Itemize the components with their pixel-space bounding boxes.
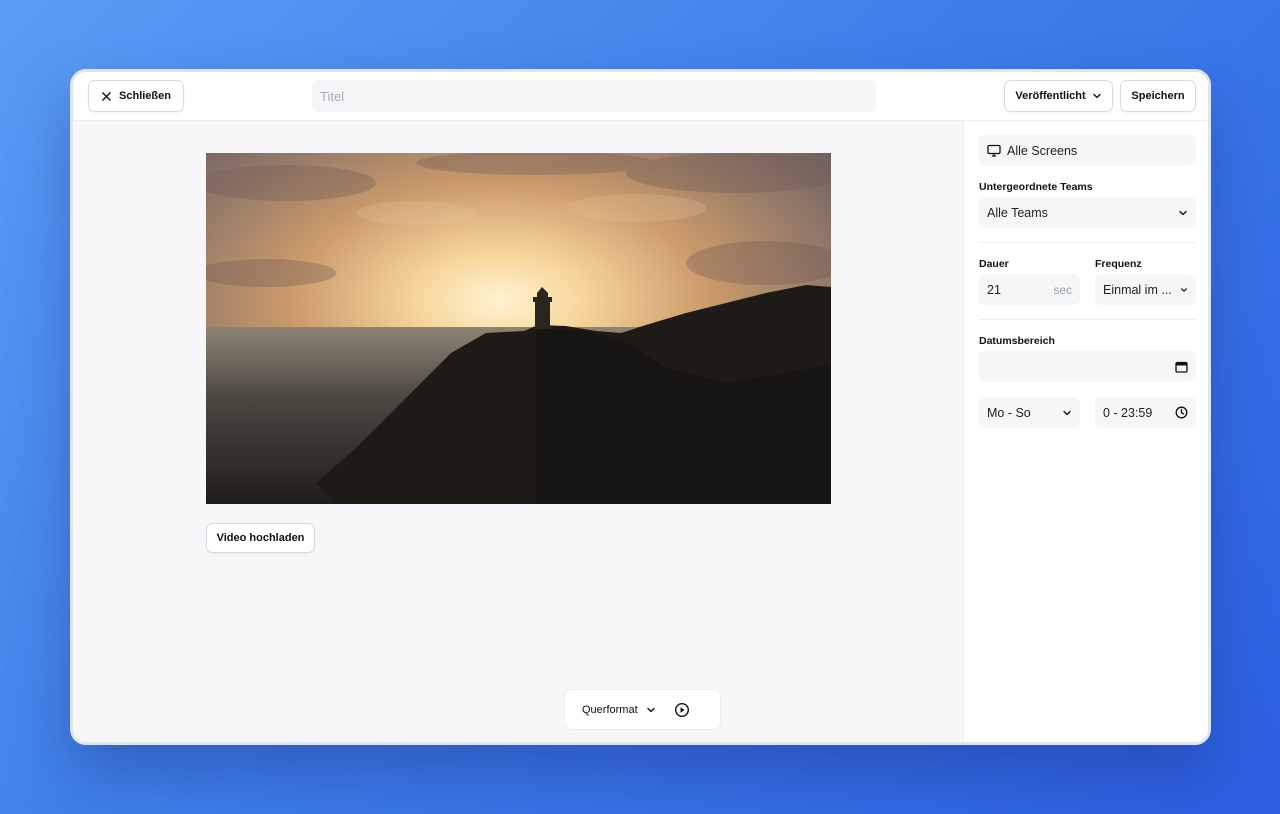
date-range-label: Datumsbereich <box>979 335 1055 347</box>
editor-window: Schließen Veröffentlicht Speichern <box>70 69 1211 745</box>
save-button[interactable]: Speichern <box>1120 80 1196 112</box>
chevron-down-icon <box>1178 208 1188 218</box>
duration-unit: sec <box>1053 282 1072 297</box>
divider <box>979 319 1196 320</box>
upload-video-label: Video hochladen <box>216 532 305 544</box>
duration-label: Dauer <box>979 258 1009 270</box>
video-preview[interactable] <box>206 153 831 504</box>
frequency-label: Frequenz <box>1095 258 1142 270</box>
screens-selector[interactable]: Alle Screens <box>979 135 1196 166</box>
duration-input[interactable]: 21 sec <box>979 274 1080 305</box>
close-button-label: Schließen <box>119 90 171 102</box>
weekdays-dropdown[interactable]: Mo - So <box>979 397 1080 428</box>
chevron-down-icon <box>1062 408 1072 418</box>
divider <box>979 242 1196 243</box>
clock-icon <box>1175 406 1188 419</box>
settings-sidebar: Alle Screens Untergeordnete Teams Alle T… <box>963 121 1208 742</box>
upload-video-button[interactable]: Video hochladen <box>206 523 315 553</box>
teams-value: Alle Teams <box>987 205 1048 220</box>
teams-label: Untergeordnete Teams <box>979 181 1093 193</box>
weekdays-value: Mo - So <box>987 405 1031 420</box>
save-button-label: Speichern <box>1131 90 1185 102</box>
monitor-icon <box>987 144 1001 157</box>
frequency-dropdown[interactable]: Einmal im ... <box>1095 274 1196 305</box>
orientation-toolbar: Querformat <box>564 689 721 730</box>
title-input[interactable] <box>312 80 876 112</box>
publish-status-dropdown[interactable]: Veröffentlicht <box>1004 80 1113 112</box>
chevron-down-icon <box>1180 286 1188 294</box>
top-bar: Schließen Veröffentlicht Speichern <box>73 72 1208 121</box>
publish-status-label: Veröffentlicht <box>1015 90 1086 102</box>
orientation-dropdown[interactable]: Querformat <box>582 704 656 716</box>
time-range-input[interactable]: 0 - 23:59 <box>1095 397 1196 428</box>
time-range-value: 0 - 23:59 <box>1103 405 1153 420</box>
screens-label: Alle Screens <box>1007 143 1078 158</box>
frequency-value: Einmal im ... <box>1103 282 1172 297</box>
preview-canvas: Video hochladen Querformat <box>73 121 963 742</box>
chevron-down-icon <box>1092 91 1102 101</box>
close-icon <box>101 91 112 102</box>
date-range-input[interactable] <box>979 351 1196 382</box>
chevron-down-icon <box>646 705 656 715</box>
calendar-icon[interactable] <box>1175 361 1188 373</box>
teams-dropdown[interactable]: Alle Teams <box>979 197 1196 228</box>
play-icon[interactable] <box>674 702 690 718</box>
close-button[interactable]: Schließen <box>88 80 184 112</box>
duration-value: 21 <box>987 282 1001 297</box>
orientation-label: Querformat <box>582 703 638 716</box>
video-thumbnail <box>206 153 831 504</box>
